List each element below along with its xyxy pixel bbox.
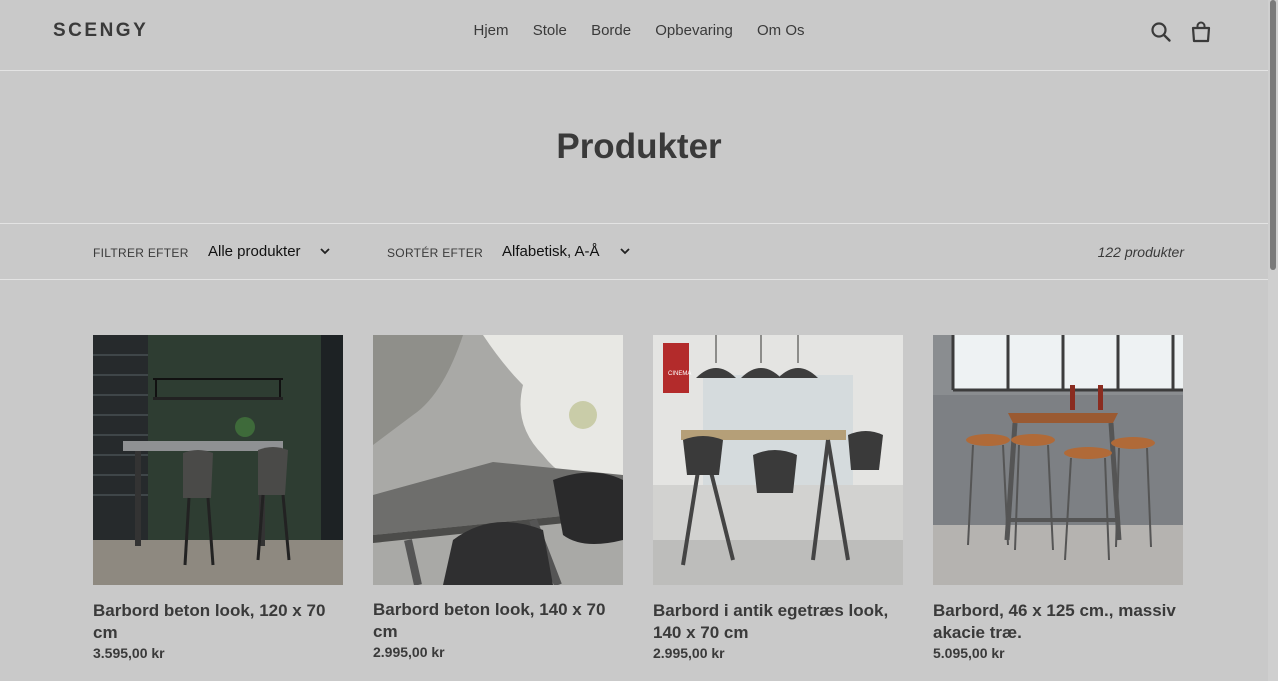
site-header: SCENGY Hjem Stole Borde Opbevaring Om Os [0, 0, 1278, 71]
filter-select[interactable]: Alle produkter [208, 243, 301, 260]
page-title: Produkter [556, 127, 722, 166]
cart-icon[interactable] [1190, 21, 1212, 43]
product-card[interactable]: Barbord, 46 x 125 cm., massiv akacie træ… [933, 335, 1183, 661]
product-image[interactable] [373, 335, 623, 585]
product-card[interactable]: Barbord beton look, 120 x 70 cm 3.595,00… [93, 335, 343, 661]
product-image[interactable] [933, 335, 1183, 585]
nav-item-stole[interactable]: Stole [533, 22, 567, 39]
scrollbar-thumb[interactable] [1270, 0, 1276, 270]
filter-sort-bar: FILTRER EFTER Alle produkter SORTÉR EFTE… [0, 224, 1278, 280]
product-image[interactable] [93, 335, 343, 585]
scrollbar[interactable] [1268, 0, 1278, 681]
nav-item-borde[interactable]: Borde [591, 22, 631, 39]
product-title[interactable]: Barbord, 46 x 125 cm., massiv akacie træ… [933, 600, 1183, 644]
product-title[interactable]: Barbord i antik egetræs look, 140 x 70 c… [653, 600, 903, 644]
product-title[interactable]: Barbord beton look, 120 x 70 cm [93, 600, 343, 644]
nav-item-om-os[interactable]: Om Os [757, 22, 805, 39]
search-icon[interactable] [1150, 21, 1172, 43]
product-card[interactable]: CINEMA Barbord i antik egetræs look, 140… [653, 335, 903, 661]
filter-label: FILTRER EFTER [93, 246, 189, 260]
nav-item-opbevaring[interactable]: Opbevaring [655, 22, 733, 39]
product-price: 5.095,00 kr [933, 645, 1005, 661]
product-price: 2.995,00 kr [373, 644, 445, 660]
product-image[interactable]: CINEMA [653, 335, 903, 585]
product-title[interactable]: Barbord beton look, 140 x 70 cm [373, 599, 623, 643]
collection-header: Produkter [0, 71, 1278, 224]
chevron-down-icon[interactable] [319, 245, 331, 257]
product-price: 3.595,00 kr [93, 645, 165, 661]
product-card[interactable]: Barbord beton look, 140 x 70 cm 2.995,00… [373, 335, 623, 660]
product-count: 122 produkter [1097, 244, 1184, 260]
poster-text: CINEMA [668, 371, 691, 377]
nav-item-hjem[interactable]: Hjem [474, 22, 509, 39]
chevron-down-icon[interactable] [619, 245, 631, 257]
sort-label: SORTÉR EFTER [387, 246, 484, 260]
sort-select[interactable]: Alfabetisk, A-Å [502, 243, 600, 260]
product-price: 2.995,00 kr [653, 645, 725, 661]
main-nav: Hjem Stole Borde Opbevaring Om Os [0, 22, 1278, 39]
